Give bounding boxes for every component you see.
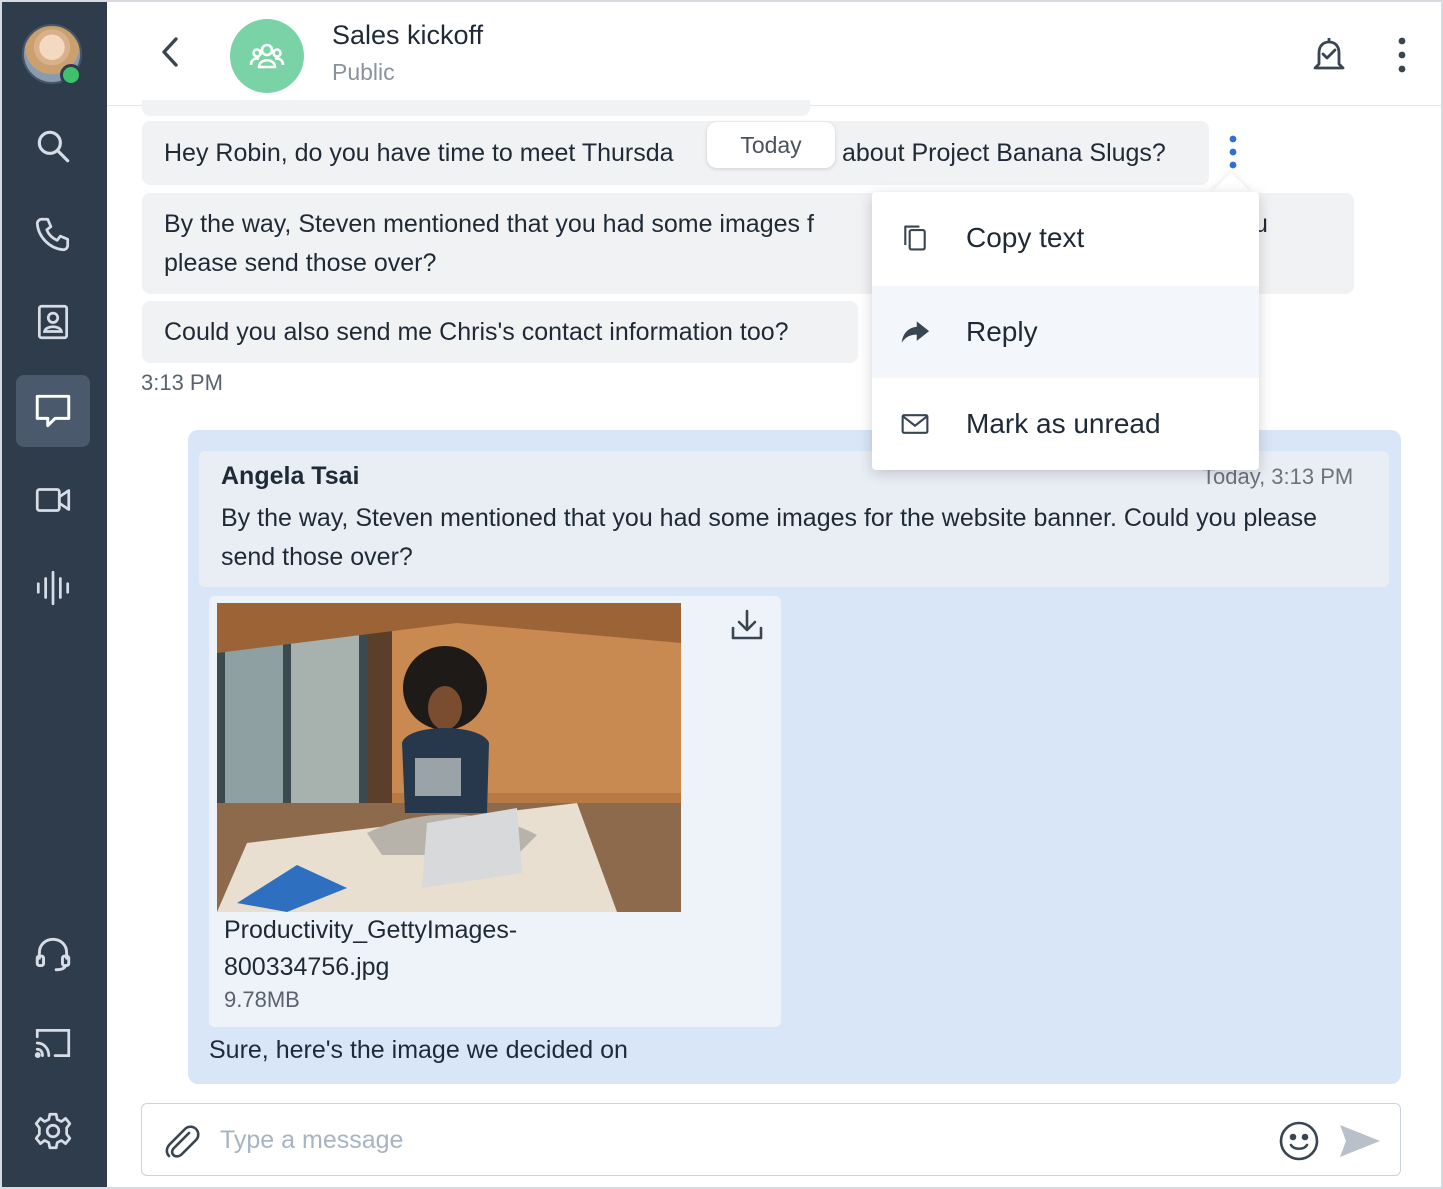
quoted-author: Angela Tsai: [221, 462, 360, 490]
menu-item-copy-text[interactable]: Copy text: [872, 192, 1259, 284]
send-icon[interactable]: [1338, 1122, 1382, 1160]
download-icon[interactable]: [728, 606, 766, 644]
video-icon[interactable]: [16, 464, 90, 536]
more-options-icon[interactable]: [1393, 34, 1411, 76]
copy-icon: [898, 221, 932, 255]
message-context-menu: Copy text Reply Mark as unread: [872, 192, 1259, 470]
conversation-header: Sales kickoff Public: [107, 2, 1441, 106]
bell-icon[interactable]: [1309, 34, 1349, 76]
message-text-tail: about Project Banana Slugs?: [842, 139, 1166, 167]
menu-item-reply[interactable]: Reply: [872, 286, 1259, 378]
group-icon: [230, 19, 304, 93]
menu-item-mark-unread[interactable]: Mark as unread: [872, 378, 1259, 470]
reply-text: Sure, here's the image we decided on: [209, 1036, 628, 1064]
message-timestamp: 3:13 PM: [141, 370, 223, 395]
message-bubble[interactable]: Hey Robin, do you have time to meet Thur…: [142, 121, 1209, 185]
message-bubble[interactable]: Could you also send me Chris's contact i…: [142, 301, 858, 363]
headset-icon[interactable]: [16, 918, 90, 990]
attachment-file-size: 9.78MB: [224, 987, 300, 1012]
message-text: Could you also send me Chris's contact i…: [164, 318, 789, 346]
emoji-icon[interactable]: [1278, 1120, 1320, 1162]
presence-indicator: [60, 64, 82, 86]
message-text: Hey Robin, do you have time to meet Thur…: [164, 139, 674, 167]
message-composer: [141, 1103, 1401, 1176]
attachment-file-name[interactable]: Productivity_GettyImages-800334756.jpg: [224, 912, 644, 986]
menu-item-label: Mark as unread: [966, 408, 1161, 439]
menu-item-label: Reply: [966, 316, 1038, 347]
sidebar: [2, 2, 107, 1187]
search-icon[interactable]: [16, 110, 90, 182]
conversation-title: Sales kickoff: [332, 20, 484, 50]
conversation-visibility: Public: [332, 59, 395, 85]
cast-icon[interactable]: [16, 1007, 90, 1079]
previous-message-edge: [142, 100, 810, 116]
envelope-icon: [898, 407, 932, 441]
phone-icon[interactable]: [16, 198, 90, 270]
quoted-text: By the way, Steven mentioned that you ha…: [221, 504, 1318, 571]
settings-icon[interactable]: [16, 1095, 90, 1167]
contacts-icon[interactable]: [16, 286, 90, 358]
reply-icon: [898, 315, 932, 349]
attachment-image[interactable]: [217, 603, 681, 912]
voicemail-icon[interactable]: [16, 552, 90, 624]
back-button[interactable]: [153, 32, 187, 72]
message-input[interactable]: [220, 1118, 1220, 1162]
chat-icon[interactable]: [16, 375, 90, 447]
app-window: Sales kickoff Public Hey Robin, do you h…: [0, 0, 1443, 1189]
date-divider: Today: [707, 122, 835, 168]
menu-item-label: Copy text: [966, 222, 1085, 253]
message-options-icon[interactable]: [1224, 133, 1242, 173]
paperclip-icon[interactable]: [162, 1121, 202, 1161]
